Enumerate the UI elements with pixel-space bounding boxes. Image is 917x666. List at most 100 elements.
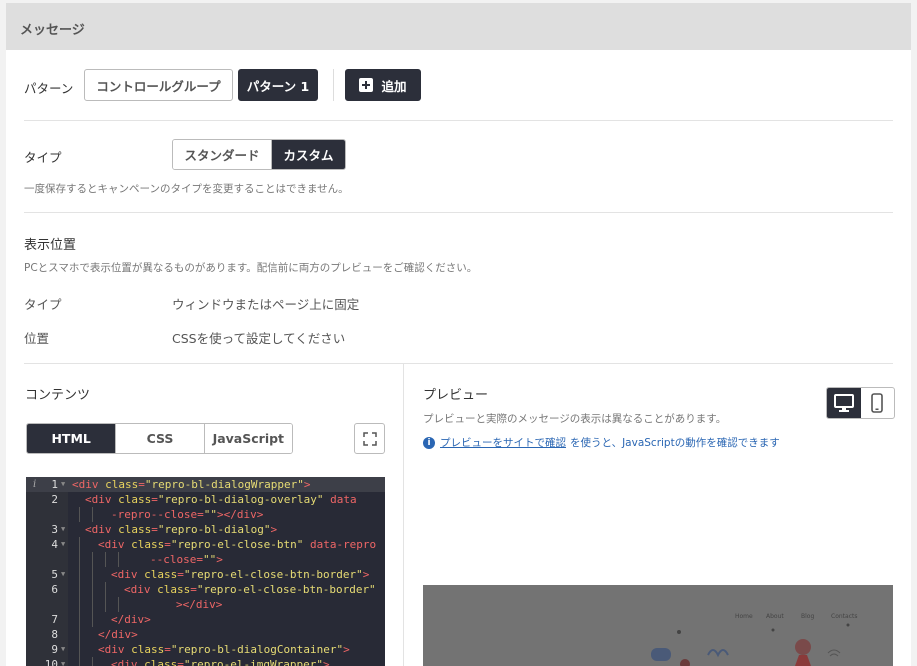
line-number: 10	[44, 658, 58, 666]
position-title: 表示位置	[24, 238, 77, 253]
desktop-view-button[interactable]	[827, 388, 861, 418]
content-tabs: HTML CSS JavaScript	[26, 423, 293, 454]
page-header: メッセージ	[6, 3, 911, 50]
content-title: コンテンツ	[25, 388, 91, 403]
line-number: 6	[51, 583, 58, 596]
code-editor[interactable]: i 1 ▼ <div class="repro-bl-dialogWrapper"> 2…	[26, 477, 385, 666]
type-hint: 一度保存するとキャンペーンのタイプを変更することはできません。	[24, 183, 349, 195]
indent-guide	[79, 612, 80, 627]
fold-arrow-icon[interactable]: ▼	[61, 522, 65, 537]
line-number: 7	[51, 613, 58, 626]
code-line[interactable]: ></div>	[26, 597, 385, 612]
device-toggle	[826, 387, 895, 419]
type-label: タイプ	[24, 150, 62, 165]
code-text: --close="">	[150, 553, 223, 566]
position-type-value: ウィンドウまたはページ上に固定	[172, 297, 360, 312]
preview-info: i プレビューをサイトで確認 を使うと、JavaScriptの動作を確認できます	[423, 435, 780, 450]
fold-arrow-icon[interactable]: ▼	[61, 537, 65, 552]
position-type-label: タイプ	[24, 297, 62, 312]
fold-arrow-icon[interactable]: ▼	[61, 567, 65, 582]
code-line[interactable]: --close="">	[26, 552, 385, 567]
code-line[interactable]: i 1 ▼ <div class="repro-bl-dialogWrapper">	[26, 477, 385, 492]
preview-title: プレビュー	[423, 388, 489, 403]
preview-illustration	[651, 623, 850, 666]
column-divider	[403, 363, 404, 666]
code-line[interactable]: 2 <div class="repro-bl-dialog-overlay" da…	[26, 492, 385, 507]
line-number: 9	[51, 643, 58, 656]
type-custom-option[interactable]: カスタム	[271, 140, 345, 169]
indent-guide	[92, 507, 93, 522]
indent-guide	[92, 612, 93, 627]
preview-hint: プレビューと実際のメッセージの表示は異なることがあります。	[423, 413, 727, 425]
line-number: 2	[51, 493, 58, 506]
indent-guide	[79, 657, 80, 666]
pattern-label: パターン	[24, 81, 74, 96]
position-position-value: CSSを使って設定してください	[172, 331, 346, 346]
info-icon: i	[423, 436, 435, 449]
preview-canvas: Home About Blog Contacts	[423, 585, 893, 666]
indent-guide	[79, 507, 80, 522]
add-pattern-button[interactable]: 追加	[345, 69, 421, 101]
indent-guide	[79, 597, 80, 612]
indent-guide	[92, 582, 93, 597]
code-line[interactable]: -repro--close=""></div>	[26, 507, 385, 522]
type-standard-option[interactable]: スタンダード	[173, 140, 271, 169]
indent-guide	[79, 582, 80, 597]
tab-pattern-1[interactable]: パターン 1	[238, 69, 318, 101]
indent-guide	[92, 657, 93, 666]
position-hint: PCとスマホで表示位置が異なるものがあります。配信前に両方のプレビューをご確認く…	[24, 262, 478, 274]
code-line[interactable]: 10 ▼ <div class="repro-el-imgWrapper">	[26, 657, 385, 666]
indent-guide	[79, 642, 80, 657]
add-label: 追加	[381, 78, 407, 94]
code-line[interactable]: 7 </div>	[26, 612, 385, 627]
desktop-icon	[833, 394, 854, 412]
indent-guide	[92, 567, 93, 582]
code-line[interactable]: 8 </div>	[26, 627, 385, 642]
indent-guide	[92, 597, 93, 612]
code-line[interactable]: 4 ▼ <div class="repro-el-close-btn" data-r…	[26, 537, 385, 552]
line-number: 3	[51, 523, 58, 536]
indent-guide	[79, 627, 80, 642]
code-text: ></div>	[176, 598, 223, 611]
fullscreen-icon	[362, 431, 377, 446]
code-text: <div class="repro-bl-dialogContainer">	[98, 643, 350, 656]
indent-guide	[118, 597, 119, 612]
fold-arrow-icon[interactable]: ▼	[61, 657, 65, 666]
code-text: <div class="repro-bl-dialogWrapper">	[72, 478, 311, 491]
tab-control-group[interactable]: コントロールグループ	[84, 69, 233, 101]
divider	[24, 120, 893, 121]
indent-guide	[79, 567, 80, 582]
preview-info-text: を使うと、JavaScriptの動作を確認できます	[570, 437, 780, 449]
indent-guide	[79, 537, 80, 552]
mobile-icon	[871, 393, 884, 413]
fold-arrow-icon[interactable]: ▼	[61, 642, 65, 657]
indent-guide	[92, 552, 93, 567]
indent-guide	[105, 597, 106, 612]
fullscreen-button[interactable]	[354, 423, 385, 454]
divider	[24, 363, 893, 364]
line-number: 1	[51, 478, 58, 491]
code-text: </div>	[111, 613, 151, 626]
code-text: -repro--close=""></div>	[111, 508, 264, 521]
message-panel: パターン コントロールグループ パターン 1 追加 タイプ スタンダード カスタ…	[6, 50, 911, 666]
code-line[interactable]: 5 ▼ <div class="repro-el-close-btn-border"…	[26, 567, 385, 582]
tab-css[interactable]: CSS	[115, 424, 204, 453]
code-line[interactable]: 6 <div class="repro-el-close-btn-border"	[26, 582, 385, 597]
mobile-view-button[interactable]	[861, 388, 895, 418]
line-number: 4	[51, 538, 58, 551]
fold-arrow-icon[interactable]: ▼	[61, 477, 65, 492]
code-line[interactable]: 9 ▼ <div class="repro-bl-dialogContainer">	[26, 642, 385, 657]
page-title: メッセージ	[20, 23, 85, 38]
tab-html[interactable]: HTML	[27, 424, 116, 453]
code-text: <div class="repro-el-imgWrapper">	[111, 658, 330, 666]
divider	[333, 69, 334, 101]
tab-javascript[interactable]: JavaScript	[203, 424, 292, 453]
code-text: <div class="repro-bl-dialog-overlay" dat…	[85, 493, 357, 506]
indent-guide	[105, 552, 106, 567]
preview-on-site-link[interactable]: プレビューをサイトで確認	[440, 435, 566, 450]
code-text: <div class="repro-el-close-btn" data-rep…	[98, 538, 377, 551]
indent-guide	[118, 552, 119, 567]
indent-guide	[105, 582, 106, 597]
code-line[interactable]: 3 ▼ <div class="repro-bl-dialog">	[26, 522, 385, 537]
code-text: <div class="repro-el-close-btn-border"	[124, 583, 376, 596]
